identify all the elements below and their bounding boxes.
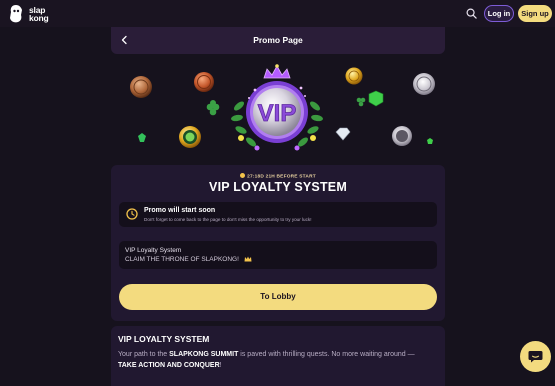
- promo-card: 27:18D 21H BEFORE START VIP LOYALTY SYST…: [111, 165, 445, 321]
- login-button[interactable]: Log in: [484, 5, 514, 22]
- clover-right: [356, 97, 366, 107]
- details-title: VIP LOYALTY SYSTEM: [118, 334, 210, 344]
- page-title: Promo Page: [253, 35, 303, 45]
- vip-badge-text: VIP: [258, 100, 297, 127]
- chat-icon: [528, 351, 543, 363]
- top-bar: slap kong Log in Sign up: [0, 0, 555, 27]
- search-icon[interactable]: [466, 8, 477, 19]
- logo-text-bottom: kong: [29, 13, 49, 23]
- notice-subtitle: Don't forget to come back to the page to…: [144, 217, 312, 222]
- crown-icon: [244, 256, 252, 262]
- promo-title: VIP LOYALTY SYSTEM: [209, 180, 347, 194]
- gold-coin-left: [179, 126, 201, 148]
- promo-page-header: Promo Page: [111, 27, 445, 54]
- bronze-coin-left: [130, 76, 152, 98]
- green-gem-small: [427, 138, 433, 144]
- promo-notice: Promo will start soon Don't forget to co…: [119, 202, 437, 227]
- details-card: VIP LOYALTY SYSTEM Your path to the SLAP…: [111, 326, 445, 386]
- copper-coin: [194, 72, 214, 92]
- notice-title: Promo will start soon: [144, 207, 216, 214]
- site-logo[interactable]: slap kong: [9, 4, 53, 24]
- description-line-2: CLAIM THE THRONE OF SLAPKONG!: [125, 256, 252, 263]
- clock-icon: [126, 208, 138, 220]
- chat-button[interactable]: [520, 341, 551, 372]
- silver-coin-lower: [392, 126, 412, 146]
- silver-coin-right: [413, 73, 435, 95]
- kong-logo-icon: [10, 5, 22, 23]
- clover-left: [206, 100, 220, 116]
- to-lobby-button[interactable]: To Lobby: [119, 284, 437, 310]
- signup-button[interactable]: Sign up: [518, 5, 552, 22]
- gold-coin-right: [345, 67, 363, 85]
- countdown-timer: 27:18D 21H BEFORE START: [111, 173, 445, 180]
- green-gem-right: [368, 90, 384, 107]
- vip-hero-illustration: VIP: [130, 64, 435, 151]
- description-line-1: VIP Loyalty System: [125, 247, 182, 254]
- details-text: Your path to the SLAPKONG SUMMIT is pave…: [118, 351, 415, 369]
- promo-description: VIP Loyalty System CLAIM THE THRONE OF S…: [119, 241, 437, 269]
- timer-icon: [240, 173, 246, 178]
- vip-emblem: VIP: [231, 64, 323, 151]
- green-gem-left: [138, 133, 146, 142]
- diamond-icon: [335, 127, 351, 141]
